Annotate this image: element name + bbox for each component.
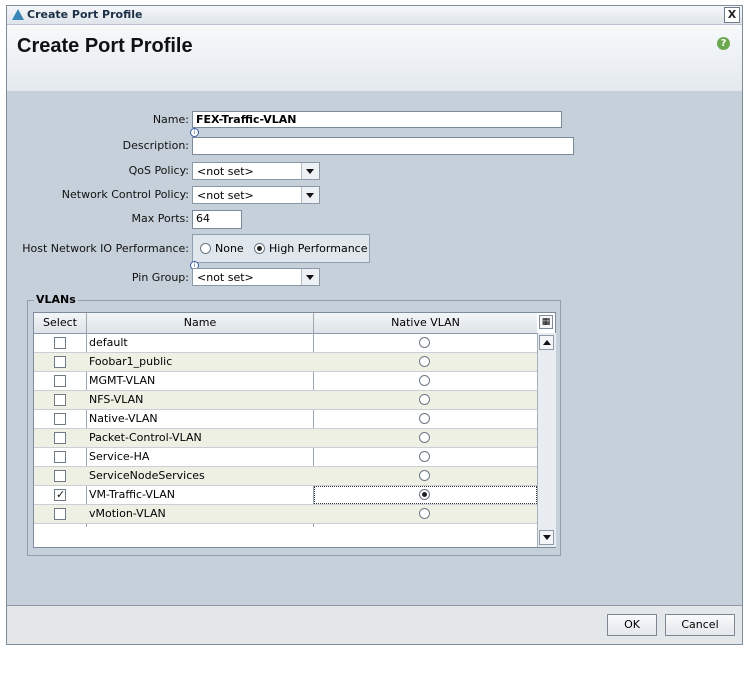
radio-none[interactable] <box>200 243 211 254</box>
window-title: Create Port Profile <box>27 8 143 21</box>
select-checkbox[interactable] <box>54 375 66 387</box>
max-ports-field[interactable]: 64 <box>192 210 242 229</box>
qos-policy-select[interactable]: <not set> <box>192 162 320 180</box>
table-row[interactable]: Foobar1_public <box>34 353 537 372</box>
native-vlan-radio[interactable] <box>419 470 430 481</box>
qos-policy-label: QoS Policy: <box>128 164 189 177</box>
pin-group-select[interactable]: <not set> <box>192 268 320 286</box>
native-vlan-radio[interactable] <box>419 508 430 519</box>
column-header-native-vlan[interactable]: Native VLAN <box>314 316 537 329</box>
select-checkbox[interactable] <box>54 470 66 482</box>
select-checkbox[interactable] <box>54 508 66 520</box>
vlan-name: Foobar1_public <box>89 355 173 368</box>
vlan-name: vMotion-VLAN <box>89 507 166 520</box>
table-header: Select Name Native VLAN <box>34 313 537 334</box>
ok-button[interactable]: OK <box>607 614 657 636</box>
table-row[interactable]: VM-Traffic-VLAN <box>34 486 537 505</box>
vlan-name: NFS-VLAN <box>89 393 144 406</box>
column-header-name[interactable]: Name <box>87 316 313 329</box>
network-control-policy-label: Network Control Policy: <box>61 188 189 201</box>
vlan-name: default <box>89 336 128 349</box>
dialog-footer: OK Cancel <box>7 605 742 644</box>
column-chooser-icon[interactable]: ▦ <box>539 315 553 329</box>
vlan-name: ServiceNodeServices <box>89 469 205 482</box>
select-checkbox[interactable] <box>54 488 66 501</box>
qos-policy-value: <not set> <box>197 165 254 178</box>
app-icon <box>12 9 24 20</box>
network-control-policy-value: <not set> <box>197 189 254 202</box>
native-vlan-radio[interactable] <box>419 394 430 405</box>
vlan-name: MGMT-VLAN <box>89 374 156 387</box>
pin-group-label: Pin Group: <box>131 271 189 284</box>
radio-none-label: None <box>215 242 244 255</box>
pin-group-value: <not set> <box>197 271 254 284</box>
native-vlan-radio[interactable] <box>419 375 430 386</box>
table-row[interactable]: default <box>34 334 537 353</box>
host-network-io-label: Host Network IO Performance: <box>22 242 189 255</box>
vlan-name: Native-VLAN <box>89 412 158 425</box>
name-label: Name: <box>152 113 189 126</box>
column-header-select[interactable]: Select <box>34 316 86 329</box>
scroll-up-icon[interactable] <box>539 335 554 350</box>
select-checkbox[interactable] <box>54 394 66 406</box>
chevron-down-icon[interactable] <box>301 187 319 203</box>
close-button[interactable]: X <box>724 7 740 23</box>
form-area: Name: FEX-Traffic-VLAN i Description: Qo… <box>7 92 742 603</box>
page-title: Create Port Profile <box>17 35 193 57</box>
vlans-legend: VLANs <box>34 293 78 306</box>
native-vlan-radio[interactable] <box>419 489 430 500</box>
vlans-table: Select Name Native VLAN ▦ default Foobar… <box>33 312 556 548</box>
vlan-name: Service-HA <box>89 450 150 463</box>
chevron-down-icon[interactable] <box>301 269 319 285</box>
description-label: Description: <box>122 139 189 152</box>
table-row[interactable]: ServiceNodeServices <box>34 467 537 486</box>
create-port-profile-dialog: Create Port Profile X Create Port Profil… <box>6 5 743 645</box>
table-row[interactable]: Packet-Control-VLAN <box>34 429 537 448</box>
native-vlan-radio[interactable] <box>419 413 430 424</box>
title-bar: Create Port Profile X <box>7 6 742 25</box>
help-icon[interactable]: ? <box>717 37 730 50</box>
native-vlan-radio[interactable] <box>419 337 430 348</box>
radio-high-performance-label: High Performance <box>269 242 368 255</box>
host-network-io-radio-group: None High Performance <box>192 234 370 263</box>
vlan-name: Packet-Control-VLAN <box>89 431 202 444</box>
max-ports-label: Max Ports: <box>131 212 189 225</box>
cancel-button[interactable]: Cancel <box>665 614 735 636</box>
chevron-down-icon[interactable] <box>301 163 319 179</box>
table-row[interactable]: MGMT-VLAN <box>34 372 537 391</box>
network-control-policy-select[interactable]: <not set> <box>192 186 320 204</box>
table-row[interactable]: NFS-VLAN <box>34 391 537 410</box>
dialog-header: Create Port Profile ? <box>7 25 742 91</box>
select-checkbox[interactable] <box>54 451 66 463</box>
vlan-name: VM-Traffic-VLAN <box>89 488 176 501</box>
select-checkbox[interactable] <box>54 413 66 425</box>
native-vlan-radio[interactable] <box>419 451 430 462</box>
name-field[interactable]: FEX-Traffic-VLAN <box>192 111 562 128</box>
scroll-down-icon[interactable] <box>539 530 554 545</box>
native-vlan-radio[interactable] <box>419 356 430 367</box>
radio-high-performance[interactable] <box>254 243 265 254</box>
table-row[interactable]: Native-VLAN <box>34 410 537 429</box>
info-marker-icon: i <box>190 128 199 137</box>
native-vlan-radio[interactable] <box>419 432 430 443</box>
table-row[interactable]: Service-HA <box>34 448 537 467</box>
select-checkbox[interactable] <box>54 356 66 368</box>
select-checkbox[interactable] <box>54 337 66 349</box>
select-checkbox[interactable] <box>54 432 66 444</box>
description-field[interactable] <box>192 137 574 155</box>
vertical-scrollbar[interactable] <box>537 333 556 547</box>
table-row[interactable]: vMotion-VLAN <box>34 505 537 524</box>
